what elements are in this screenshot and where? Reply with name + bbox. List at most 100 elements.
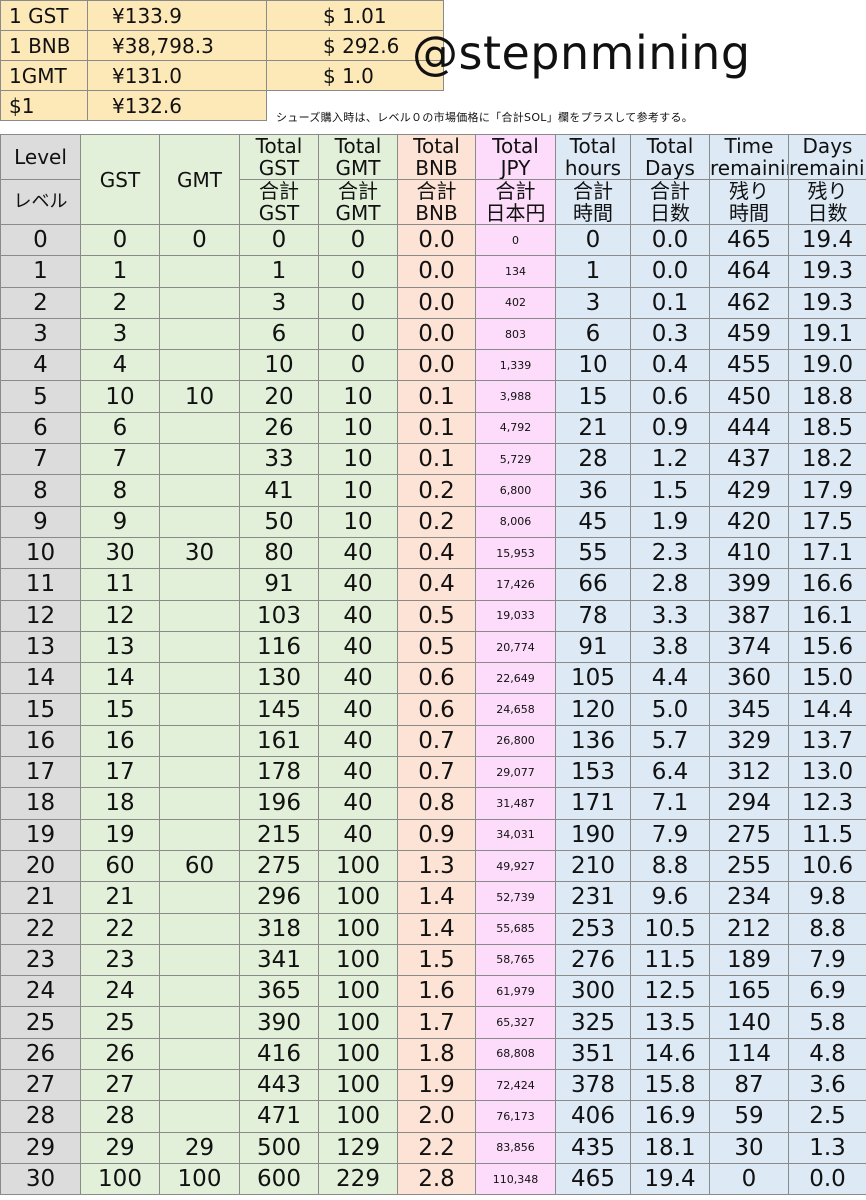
cell-total-bnb: 0.7 [397,756,476,789]
cell-total-gmt: 100 [318,1037,398,1071]
cell-gst: 22 [80,912,160,945]
cell-total-gst: 6 [239,317,319,351]
cell-total-bnb: 1.9 [397,1069,476,1102]
cell-total-days: 0.6 [630,380,710,413]
cell-total-gst: 26 [239,411,319,445]
table-row: 10 30 30 80 40 0.4 15,953 55 2.3 410 17.1 [0,536,866,570]
cell-total-bnb: 1.7 [397,1006,476,1039]
cell-gmt [159,662,240,695]
cell-total-jpy: 34,031 [475,818,556,851]
cell-gst: 6 [80,411,160,445]
cell-total-gst: 3 [239,286,319,319]
cell-total-days: 6.4 [630,756,710,789]
table-row: 1 1 1 0 0.0 134 1 0.0 464 19.3 [0,255,866,288]
cell-gmt [159,756,240,789]
cell-total-jpy: 72,424 [475,1069,556,1102]
cell-gst: 17 [80,756,160,789]
cell-total-bnb: 1.8 [397,1037,476,1071]
cell-level: 23 [0,943,81,977]
cell-gst: 28 [80,1100,160,1133]
cell-gst: 7 [80,443,160,476]
rate-jpy: ¥133.9 [87,0,267,31]
cell-gst: 26 [80,1037,160,1071]
cell-total-gst: 20 [239,380,319,413]
cell-total-gmt: 40 [318,787,398,820]
exchange-rate-table: 1 GST ¥133.9 $ 1.01 1 BNB ¥38,798.3 $ 292.6 1G… [0,0,444,121]
cell-total-gst: 80 [239,536,319,570]
cell-total-gst: 275 [239,849,319,883]
cell-gmt: 10 [159,380,240,413]
cell-days-remaining: 15.0 [788,662,866,695]
cell-total-gst: 500 [239,1131,319,1164]
cell-gst: 9 [80,505,160,538]
cell-total-days: 18.1 [630,1131,710,1164]
cell-gst: 12 [80,599,160,632]
cell-gst: 13 [80,630,160,664]
header-days-remaining-ja: 残り 日数 [788,179,866,225]
cell-total-days: 7.9 [630,818,710,851]
cell-total-bnb: 0.4 [397,568,476,601]
cell-days-remaining: 1.3 [788,1131,866,1164]
cell-gst: 25 [80,1006,160,1039]
cell-total-days: 1.2 [630,443,710,476]
cell-gmt: 100 [159,1162,240,1196]
header-total-gmt: Total GMT [318,134,398,180]
cell-days-remaining: 5.8 [788,1006,866,1039]
cell-total-bnb: 1.3 [397,849,476,883]
cell-total-jpy: 83,856 [475,1131,556,1164]
cell-gmt [159,349,240,382]
cell-total-days: 0.1 [630,286,710,319]
cell-total-gmt: 100 [318,943,398,977]
cell-total-bnb: 0.2 [397,505,476,538]
header-total-gmt-ja: 合計 GMT [318,179,398,225]
cell-time-remaining: 429 [709,474,789,507]
cell-total-bnb: 0.9 [397,818,476,851]
table-row: 21 21 296 100 1.4 52,739 231 9.6 234 9.8 [0,881,866,914]
cell-total-hours: 6 [555,317,631,351]
header-total-bnb-ja: 合計 BNB [397,179,476,225]
cell-days-remaining: 18.5 [788,411,866,445]
cell-total-gst: 91 [239,568,319,601]
account-handle: @stepnmining [412,26,751,80]
cell-days-remaining: 16.6 [788,568,866,601]
cell-days-remaining: 0.0 [788,1162,866,1196]
cell-gmt [159,505,240,538]
cell-days-remaining: 15.6 [788,630,866,664]
cell-time-remaining: 87 [709,1069,789,1102]
cell-total-gmt: 10 [318,411,398,445]
cell-total-jpy: 3,988 [475,380,556,413]
cell-total-gst: 341 [239,943,319,977]
cell-total-hours: 21 [555,411,631,445]
cell-total-hours: 300 [555,975,631,1008]
rate-jpy: ¥131.0 [87,60,267,91]
cell-total-bnb: 2.8 [397,1162,476,1196]
cell-level: 3 [0,317,81,351]
cell-gmt [159,881,240,914]
cell-gst: 4 [80,349,160,382]
purchase-note: シューズ購入時は、レベル０の市場価格に「合計SOL」欄をプラスして参考する。 [276,111,694,124]
cell-days-remaining: 12.3 [788,787,866,820]
cell-total-days: 0.3 [630,317,710,351]
cell-gmt [159,411,240,445]
cell-gst: 3 [80,317,160,351]
cell-days-remaining: 14.4 [788,693,866,726]
header-days-remaining: Daysremaining [788,134,866,180]
table-row: 7 7 33 10 0.1 5,729 28 1.2 437 18.2 [0,443,866,476]
cell-gmt [159,1037,240,1071]
cell-time-remaining: 455 [709,349,789,382]
cell-total-days: 19.4 [630,1162,710,1196]
cell-total-gmt: 10 [318,443,398,476]
cell-total-jpy: 52,739 [475,881,556,914]
rate-label: 1GMT [0,60,88,91]
cell-total-bnb: 0.8 [397,787,476,820]
cell-gst: 29 [80,1131,160,1164]
cell-days-remaining: 19.0 [788,349,866,382]
header-total-jpy-ja: 合計 日本円 [475,179,556,225]
header-total-hours-ja: 合計 時間 [555,179,631,225]
table-row: 9 9 50 10 0.2 8,006 45 1.9 420 17.5 [0,505,866,538]
cell-total-days: 12.5 [630,975,710,1008]
cell-total-gmt: 100 [318,1069,398,1102]
cell-total-gst: 33 [239,443,319,476]
cell-total-days: 4.4 [630,662,710,695]
cell-total-days: 9.6 [630,881,710,914]
